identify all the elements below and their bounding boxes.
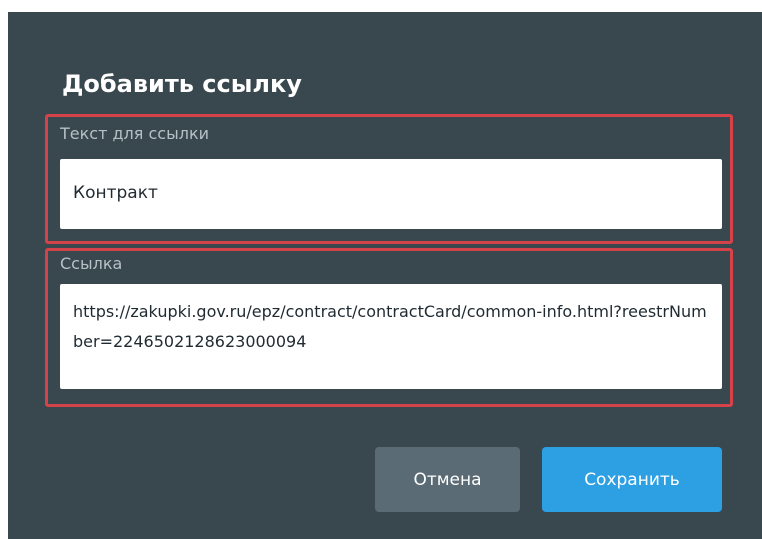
- add-link-dialog: Добавить ссылку Текст для ссылки Контрак…: [8, 12, 762, 539]
- link-text-input[interactable]: Контракт: [60, 159, 722, 229]
- cancel-button[interactable]: Отмена: [375, 447, 520, 512]
- url-field-group: Ссылка https://zakupki.gov.ru/epz/contra…: [45, 248, 733, 407]
- link-text-field-group: Текст для ссылки Контракт: [45, 114, 733, 244]
- url-label: Ссылка: [60, 254, 123, 273]
- dialog-title: Добавить ссылку: [62, 70, 302, 98]
- save-button[interactable]: Сохранить: [542, 447, 722, 512]
- url-input[interactable]: https://zakupki.gov.ru/epz/contract/cont…: [60, 284, 722, 389]
- link-text-label: Текст для ссылки: [60, 124, 209, 143]
